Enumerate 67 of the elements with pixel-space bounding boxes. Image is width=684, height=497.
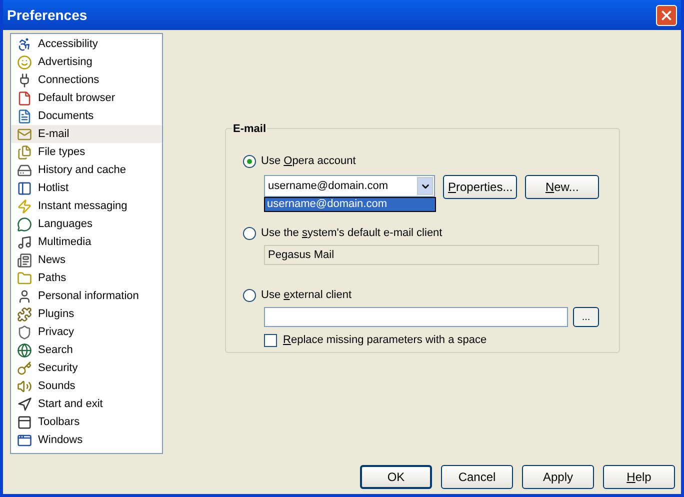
category-item[interactable]: News [11,251,162,269]
shield-icon [17,324,32,340]
dialog-button[interactable]: New... [525,175,599,199]
category-item[interactable]: Instant messaging [11,197,162,215]
category-item[interactable]: Privacy [11,323,162,341]
checkbox[interactable] [264,334,277,347]
category-item[interactable]: Documents [11,107,162,125]
panel-icon [17,180,32,196]
speech-bubble-icon [17,216,32,232]
category-item[interactable]: Connections [11,71,162,89]
accessibility-icon [17,36,32,52]
category-item[interactable]: Multimedia [11,233,162,251]
plug-icon [17,72,32,88]
radio-label: Use the system's default e-mail client [261,226,442,241]
category-item[interactable]: Personal information [11,287,162,305]
category-item[interactable]: Languages [11,215,162,233]
document-icon [17,90,32,106]
dialog-button[interactable]: Properties... [443,175,518,199]
arrow-icon [17,396,32,412]
globe-icon [17,342,32,358]
category-item[interactable]: Security [11,359,162,377]
category-item[interactable]: History and cache [11,161,162,179]
dialog-button[interactable]: Cancel [441,465,513,489]
close-button[interactable] [656,4,677,26]
category-item[interactable]: Accessibility [11,35,162,53]
category-item[interactable]: Plugins [11,305,162,323]
account-dropdown[interactable]: username@domain.com [264,175,436,197]
envelope-icon [17,126,32,142]
radio-button[interactable] [243,288,256,302]
folder-icon [17,270,32,286]
category-item[interactable]: Hotlist [11,179,162,197]
radio-button[interactable] [243,154,256,168]
category-item[interactable]: Toolbars [11,413,162,431]
newspaper-icon [17,252,32,268]
client-field: Pegasus Mail [264,245,599,265]
category-item[interactable]: Windows [11,431,162,449]
category-item[interactable]: Default browser [11,89,162,107]
speaker-icon [17,378,32,394]
person-icon [17,288,32,304]
document-icon [17,108,32,124]
category-item[interactable]: Advertising [11,53,162,71]
drive-icon [17,162,32,178]
toolbar-icon [17,414,32,430]
puzzle-icon [17,306,32,322]
client-path-field[interactable] [264,307,568,327]
window-icon [17,432,32,448]
lightning-icon [17,198,32,214]
key-icon [17,360,32,376]
dialog-button[interactable]: OK [360,465,432,489]
dialog-button[interactable]: Help [603,465,675,489]
dropdown-option[interactable]: username@domain.com [265,198,435,211]
radio-label: Use external client [261,288,352,303]
category-item[interactable]: Paths [11,269,162,287]
category-item[interactable]: Start and exit [11,395,162,413]
music-icon [17,234,32,250]
category-item[interactable]: Search [11,341,162,359]
radio-button[interactable] [243,226,256,240]
window-title: Preferences [7,6,88,24]
category-item[interactable]: Sounds [11,377,162,395]
radio-label: Use Opera account [261,154,356,169]
smiley-icon [17,54,32,70]
category-item[interactable]: E-mail [11,125,162,143]
dialog-button[interactable]: Apply [522,465,594,489]
files-icon [17,144,32,160]
category-item[interactable]: File types [11,143,162,161]
browse-button[interactable]: ... [573,307,599,327]
checkbox-label: Replace missing parameters with a space [283,333,487,348]
